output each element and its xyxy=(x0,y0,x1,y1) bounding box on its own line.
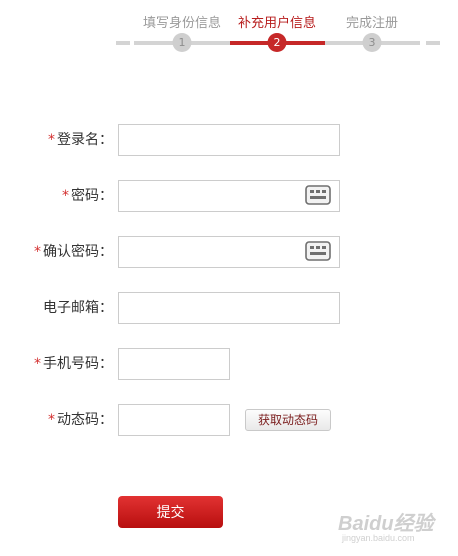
registration-steps: 填写身份信息 1 补充用户信息 2 完成注册 3 xyxy=(0,0,458,60)
step-2-number: 2 xyxy=(267,33,287,52)
required-marker: * xyxy=(48,412,55,428)
baidu-jingyan-watermark: Baidu经验 jingyan.baidu.com xyxy=(338,507,438,547)
get-sms-code-button[interactable]: 获取动态码 xyxy=(245,409,331,431)
phone-input[interactable] xyxy=(118,348,230,380)
email-label: 电子邮箱： xyxy=(43,300,113,316)
watermark-logo: Baidu经验 xyxy=(338,513,434,535)
email-row: 电子邮箱： xyxy=(0,291,458,325)
step-1-label: 填写身份信息 xyxy=(142,16,222,31)
username-label: * 登录名： xyxy=(48,132,113,148)
keyboard-icon[interactable] xyxy=(305,241,331,261)
submit-button[interactable]: 提交 xyxy=(118,496,223,528)
required-marker: * xyxy=(62,188,69,204)
password-row: * 密码： xyxy=(0,179,458,213)
username-input[interactable] xyxy=(118,124,340,156)
username-row: * 登录名： xyxy=(0,123,458,157)
step-2-label: 补充用户信息 xyxy=(237,16,317,31)
watermark-url: jingyan.baidu.com xyxy=(342,533,415,543)
phone-row: * 手机号码： xyxy=(0,347,458,381)
required-marker: * xyxy=(34,244,41,260)
step-3-number: 3 xyxy=(362,33,382,52)
sms-code-input[interactable] xyxy=(118,404,230,436)
phone-label: * 手机号码： xyxy=(34,356,113,372)
confirm-password-label: * 确认密码： xyxy=(34,244,113,260)
password-label: * 密码： xyxy=(62,188,113,204)
sms-code-label: * 动态码： xyxy=(48,412,113,428)
required-marker: * xyxy=(48,132,55,148)
step-track-left-stub xyxy=(116,41,130,45)
email-input[interactable] xyxy=(118,292,340,324)
sms-code-row: * 动态码： 获取动态码 xyxy=(0,403,458,437)
keyboard-icon[interactable] xyxy=(305,185,331,205)
confirm-password-row: * 确认密码： xyxy=(0,235,458,269)
step-track-right-stub xyxy=(426,41,440,45)
step-1-number: 1 xyxy=(172,33,192,52)
required-marker: * xyxy=(34,356,41,372)
step-3-label: 完成注册 xyxy=(345,16,399,31)
